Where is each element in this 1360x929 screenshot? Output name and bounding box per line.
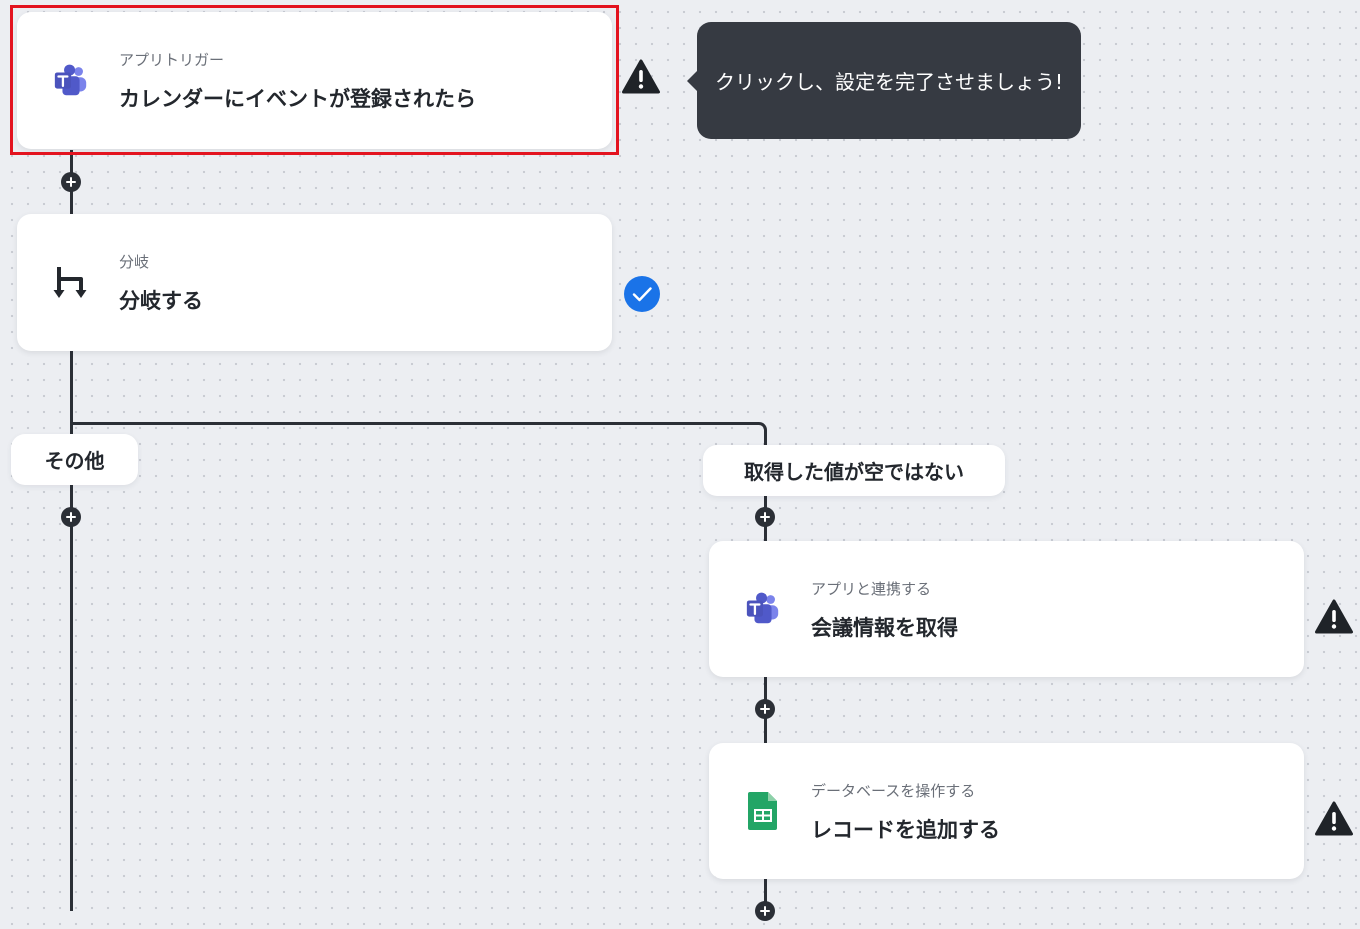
add-step-button[interactable]: [755, 901, 775, 921]
branch-label-text: その他: [44, 449, 105, 473]
tooltip-text: クリックし、設定を完了させましょう!: [714, 70, 1064, 94]
warning-icon: [1315, 598, 1353, 636]
branch-label-other[interactable]: その他: [11, 434, 138, 485]
branch-card[interactable]: 分岐 分岐する: [17, 214, 612, 351]
step-title: 会議情報を取得: [811, 616, 958, 640]
trigger-card[interactable]: アプリトリガー カレンダーにイベントが登録されたら: [17, 12, 612, 149]
warning-icon: [1315, 800, 1353, 838]
plus-icon: [760, 704, 770, 714]
google-sheets-icon: [741, 789, 785, 833]
step-card-get-meeting-info[interactable]: アプリと連携する 会議情報を取得: [709, 541, 1304, 677]
check-circle-icon: [623, 275, 661, 313]
plus-icon: [66, 512, 76, 522]
setup-hint-tooltip: クリックし、設定を完了させましょう!: [687, 22, 1081, 139]
add-step-button[interactable]: [755, 699, 775, 719]
microsoft-teams-icon: [741, 587, 785, 631]
step-title: カレンダーにイベントが登録されたら: [119, 87, 476, 111]
step-category-label: アプリと連携する: [811, 580, 932, 598]
microsoft-teams-icon: [49, 59, 93, 103]
add-step-button[interactable]: [755, 507, 775, 527]
step-title: 分岐する: [119, 289, 203, 313]
step-title: レコードを追加する: [811, 818, 1000, 842]
step-category-label: データベースを操作する: [811, 782, 976, 800]
step-card-add-record[interactable]: データベースを操作する レコードを追加する: [709, 743, 1304, 879]
step-category-label: 分岐: [119, 253, 150, 271]
add-step-button[interactable]: [61, 507, 81, 527]
plus-icon: [760, 906, 770, 916]
warning-icon: [622, 58, 660, 96]
branch-icon: [49, 261, 93, 305]
plus-icon: [66, 177, 76, 187]
branch-label-not-empty[interactable]: 取得した値が空ではない: [703, 445, 1005, 496]
connector-right-branch-elbow: [70, 422, 767, 450]
add-step-button[interactable]: [61, 172, 81, 192]
step-category-label: アプリトリガー: [119, 51, 225, 69]
plus-icon: [760, 512, 770, 522]
branch-label-text: 取得した値が空ではない: [744, 460, 964, 484]
